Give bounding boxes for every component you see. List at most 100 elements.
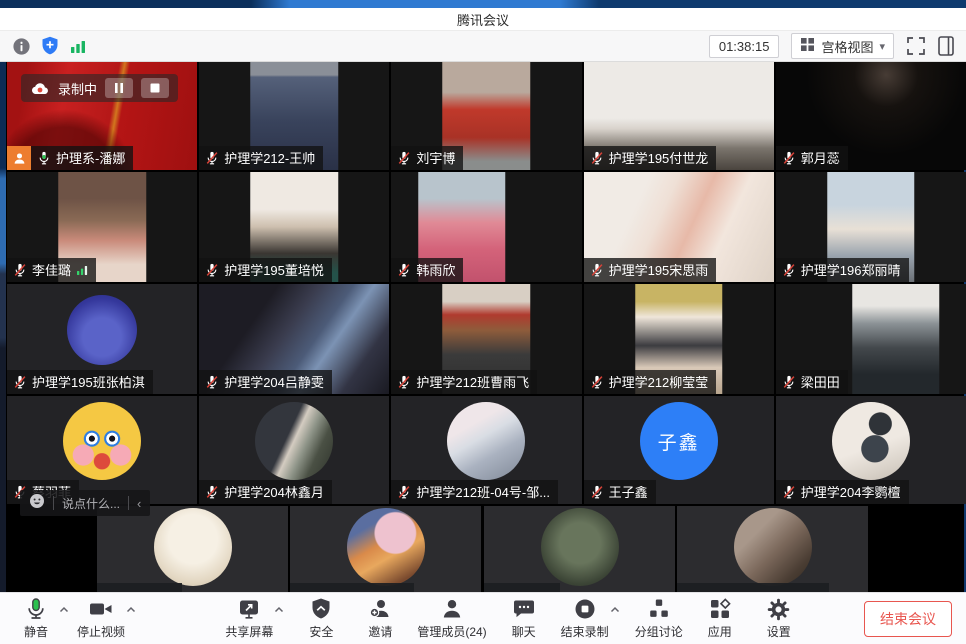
muted-mic-icon (590, 151, 604, 165)
participant-tile[interactable]: 护理学195班张柏淇 (7, 284, 197, 394)
chevron-up-icon[interactable] (126, 606, 136, 613)
camera-icon (88, 597, 114, 621)
breakout-squares-icon (647, 597, 671, 621)
participant-avatar (734, 508, 812, 586)
participant-tile[interactable]: 子鑫王子鑫 (584, 396, 774, 504)
chevron-up-icon[interactable] (610, 606, 620, 613)
participant-tile[interactable]: 蔡羽菲 (7, 396, 197, 504)
participant-tile[interactable]: 护理学212班曹雨飞 (391, 284, 581, 394)
participant-tile[interactable]: 郭月蕊 (776, 62, 966, 170)
chevron-up-icon[interactable] (59, 606, 69, 613)
participant-tile[interactable]: 录制中护理系-潘娜 (7, 62, 197, 170)
security-shield-icon[interactable] (41, 36, 59, 56)
participant-nameplate: 护理学212-王帅 (199, 146, 323, 170)
participant-nameplate: 护理学204林鑫月 (199, 480, 332, 504)
top-toolbar: 01:38:15 宫格视图 ▾ (0, 31, 966, 62)
invite-label: 邀请 (368, 623, 392, 640)
stop-video-button[interactable]: 停止视频 (77, 597, 125, 640)
breakout-rooms-label: 分组讨论 (635, 623, 683, 640)
muted-mic-icon (590, 263, 604, 277)
participant-nameplate: 刘宇博 (391, 146, 463, 170)
participant-tile[interactable]: 护理学212班-04号-邹... (391, 396, 581, 504)
participant-tile[interactable] (484, 506, 675, 592)
fullscreen-icon[interactable] (906, 36, 926, 56)
network-signal-icon[interactable] (69, 37, 87, 55)
participant-tile[interactable]: 护理学196郑丽晴 (776, 172, 966, 282)
security-button[interactable]: 安全 (299, 597, 343, 640)
settings-label: 设置 (767, 623, 791, 640)
participant-tile[interactable]: 韩雨欣 (391, 172, 581, 282)
manage-members-button[interactable]: 管理成员(24) (417, 597, 486, 640)
stop-record-icon (573, 597, 597, 621)
muted-mic-icon (205, 375, 219, 389)
meeting-info-icon[interactable] (12, 37, 31, 56)
muted-mic-icon (590, 375, 604, 389)
participant-tile[interactable]: 刘宇博 (391, 62, 581, 170)
mute-label: 静音 (24, 623, 48, 640)
participant-tile[interactable]: 护理学204吕静雯 (199, 284, 389, 394)
participant-tile[interactable]: 护理学195宋思雨 (584, 172, 774, 282)
settings-button[interactable]: 设置 (757, 597, 801, 640)
pause-recording-button[interactable] (105, 78, 133, 98)
chat-placeholder[interactable]: 说点什么... (62, 495, 120, 512)
security-label: 安全 (309, 623, 333, 640)
participant-tile[interactable]: 梁田田 (776, 284, 966, 394)
grid-row: 护理学195班张柏淇 护理学204吕静雯 护理学212班曹雨飞护理学212柳莹莹 梁田… (7, 284, 966, 394)
bottom-toolbar: 静音 停止视频 共享屏幕 (0, 592, 966, 644)
participant-nameplate: 郭月蕊 (776, 146, 848, 170)
clipped-nameplate (677, 583, 829, 592)
chevron-up-icon[interactable] (274, 606, 284, 613)
collapse-chat-icon[interactable]: ‹ (137, 496, 141, 511)
apps-grid-icon (708, 597, 732, 621)
stop-record-button[interactable]: 结束录制 (561, 597, 609, 640)
chat-input-bar[interactable]: 说点什么... ‹ (20, 490, 150, 516)
participant-name: 韩雨欣 (416, 264, 455, 277)
muted-mic-icon (782, 263, 796, 277)
participant-tile[interactable]: 李佳璐 (7, 172, 197, 282)
participant-nameplate: 梁田田 (776, 370, 848, 394)
invite-person-icon (368, 597, 392, 621)
participant-tile[interactable]: 护理学195付世龙 (584, 62, 774, 170)
participant-tile[interactable] (97, 506, 288, 592)
participant-tile[interactable]: 护理学212-王帅 (199, 62, 389, 170)
clipped-nameplate (97, 583, 182, 592)
muted-mic-icon (205, 151, 219, 165)
participant-name: 护理学204李鹦檀 (801, 486, 901, 499)
stop-recording-button[interactable] (141, 78, 169, 98)
muted-mic-icon (13, 375, 27, 389)
chat-button[interactable]: 聊天 (502, 597, 546, 640)
participant-nameplate: 护理学204吕静雯 (199, 370, 332, 394)
emoji-icon[interactable] (29, 493, 45, 514)
participant-tile[interactable] (290, 506, 481, 592)
participant-nameplate: 护理学212柳莹莹 (584, 370, 717, 394)
participant-nameplate: 护理学195董培悦 (199, 258, 332, 282)
background-window-strip (0, 0, 966, 8)
invite-button[interactable]: 邀请 (358, 597, 402, 640)
share-screen-button[interactable]: 共享屏幕 (225, 597, 273, 640)
participant-nameplate: 护理学196郑丽晴 (776, 258, 909, 282)
muted-mic-icon (397, 485, 411, 499)
grid-row: 录制中护理系-潘娜护理学212-王帅 刘宇博 护理学195付世龙郭月蕊 (7, 62, 966, 170)
participant-tile[interactable]: 护理学204林鑫月 (199, 396, 389, 504)
participant-nameplate: 韩雨欣 (391, 258, 463, 282)
participant-tile[interactable]: 护理学212柳莹莹 (584, 284, 774, 394)
end-meeting-button[interactable]: 结束会议 (864, 601, 952, 637)
caret-down-icon: ▾ (879, 40, 885, 53)
stop-video-label: 停止视频 (77, 623, 125, 640)
participant-avatar (541, 508, 619, 586)
participant-tile[interactable]: 护理学195董培悦 (199, 172, 389, 282)
mute-button[interactable]: 静音 (14, 597, 58, 640)
chat-label: 聊天 (512, 623, 536, 640)
participant-name: 护理学195班张柏淇 (32, 376, 145, 389)
participant-tile[interactable]: 护理学204李鹦檀 (776, 396, 966, 504)
participant-nameplate: 护理学212班-04号-邹... (391, 480, 558, 504)
participant-name: 护理学204吕静雯 (224, 376, 324, 389)
chat-bubble-icon (512, 597, 536, 621)
side-panel-icon[interactable] (938, 36, 954, 56)
participant-tile[interactable] (677, 506, 868, 592)
breakout-rooms-button[interactable]: 分组讨论 (635, 597, 683, 640)
view-mode-select[interactable]: 宫格视图 ▾ (791, 33, 894, 59)
participant-avatar (255, 402, 333, 480)
participant-avatar (67, 295, 137, 365)
apps-button[interactable]: 应用 (698, 597, 742, 640)
